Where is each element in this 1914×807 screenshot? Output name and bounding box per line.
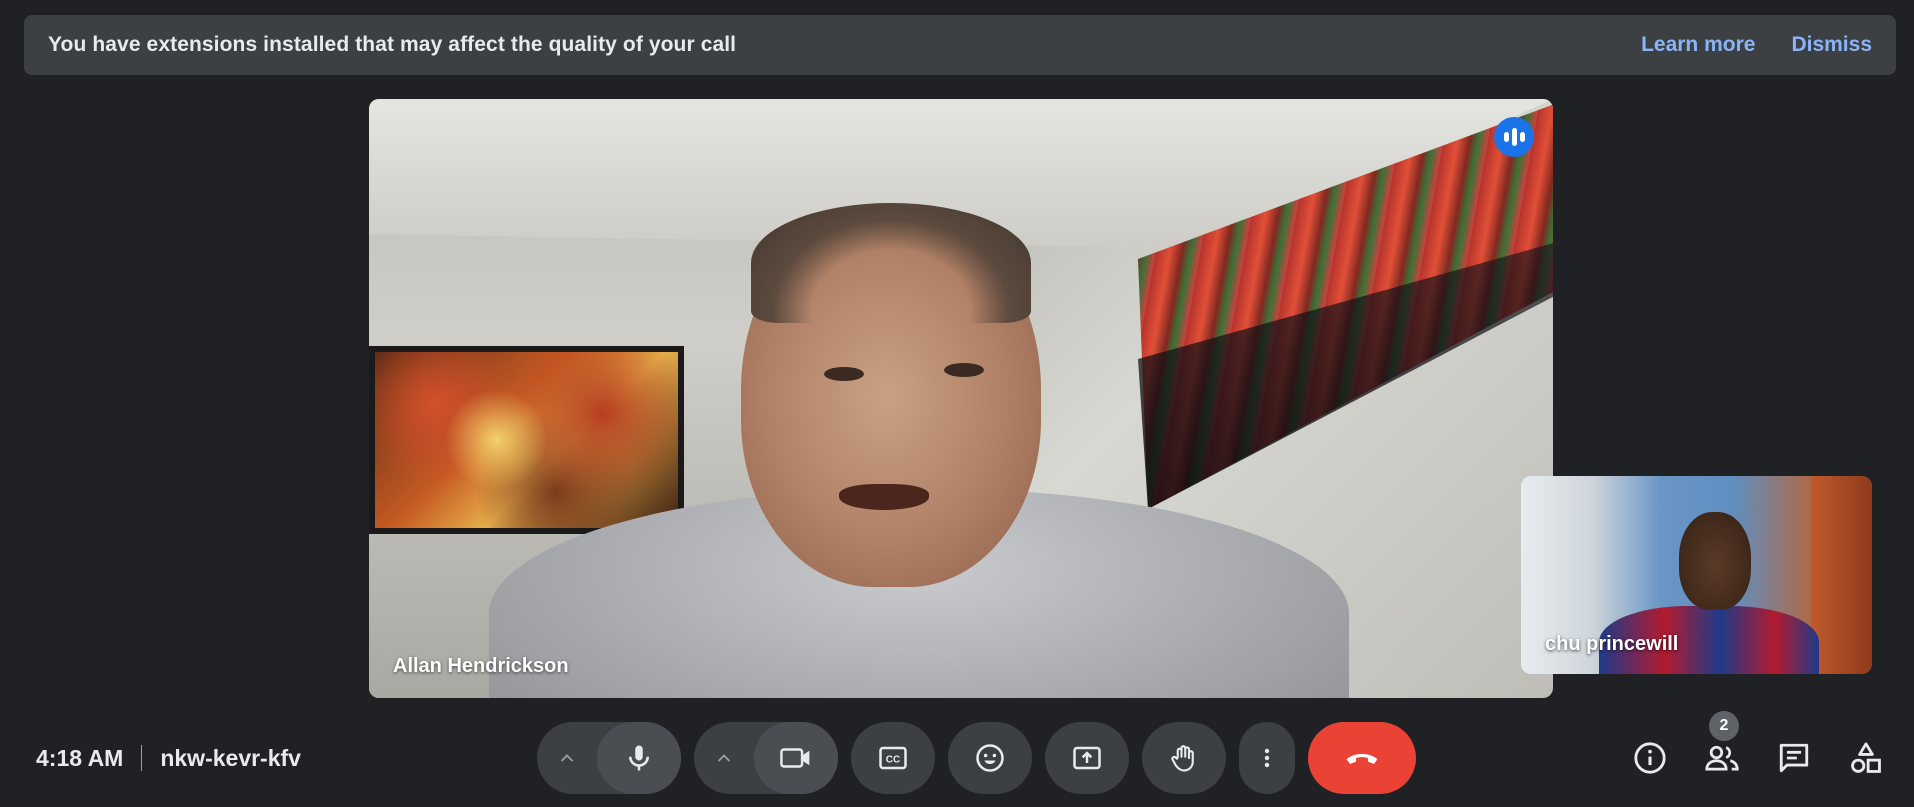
- people-icon: [1705, 745, 1739, 771]
- reactions-button[interactable]: [948, 722, 1032, 794]
- video-painting: [369, 346, 684, 534]
- speaking-indicator-icon: [1494, 117, 1534, 157]
- activities-button[interactable]: [1841, 733, 1891, 783]
- more-options-button[interactable]: [1239, 722, 1295, 794]
- chevron-up-icon: [561, 754, 573, 762]
- present-button[interactable]: [1045, 722, 1129, 794]
- closed-captions-icon: CC: [879, 746, 907, 770]
- people-button[interactable]: 2: [1697, 711, 1747, 783]
- learn-more-link[interactable]: Learn more: [1641, 33, 1755, 57]
- phone-hangup-icon: [1346, 753, 1378, 764]
- main-participant-video: Allan Hendrickson: [369, 99, 1553, 698]
- call-controls: CC: [537, 722, 1416, 794]
- chevron-up-icon: [718, 754, 730, 762]
- raise-hand-button[interactable]: [1142, 722, 1226, 794]
- microphone-button[interactable]: [597, 722, 681, 794]
- meeting-code: nkw-kevr-kfv: [160, 744, 301, 771]
- video-options-button[interactable]: [694, 722, 754, 794]
- self-participant-name: chu princewill: [1545, 633, 1679, 655]
- dismiss-button[interactable]: Dismiss: [1791, 33, 1872, 57]
- extensions-warning-banner: You have extensions installed that may a…: [24, 15, 1896, 75]
- video-control-group: [694, 722, 838, 794]
- audio-control-group: [537, 722, 681, 794]
- chat-icon: [1779, 743, 1809, 773]
- divider: [141, 745, 143, 771]
- self-participant-face: [1679, 512, 1751, 610]
- meeting-details-button[interactable]: [1625, 733, 1675, 783]
- info-icon: [1634, 742, 1666, 774]
- captions-button[interactable]: CC: [851, 722, 935, 794]
- present-screen-icon: [1073, 746, 1101, 770]
- hand-icon: [1171, 745, 1194, 772]
- participants-count-badge: 2: [1709, 711, 1739, 741]
- self-view-tile[interactable]: chu princewill: [1521, 476, 1872, 674]
- main-participant-name: Allan Hendrickson: [393, 655, 569, 677]
- chat-button[interactable]: [1769, 733, 1819, 783]
- activities-icon: [1851, 742, 1881, 773]
- camera-button[interactable]: [754, 722, 838, 794]
- banner-message: You have extensions installed that may a…: [48, 33, 737, 56]
- meeting-info: 4:18 AM nkw-kevr-kfv: [36, 742, 301, 774]
- meeting-time: 4:18 AM: [36, 744, 124, 771]
- more-vertical-icon: [1264, 748, 1270, 768]
- smiley-icon: [976, 744, 1004, 772]
- microphone-icon: [629, 745, 649, 771]
- leave-call-button[interactable]: [1308, 722, 1416, 794]
- audio-options-button[interactable]: [537, 722, 597, 794]
- video-camera-icon: [780, 748, 810, 768]
- svg-text:CC: CC: [886, 754, 900, 765]
- side-panel-controls: 2: [1625, 711, 1891, 783]
